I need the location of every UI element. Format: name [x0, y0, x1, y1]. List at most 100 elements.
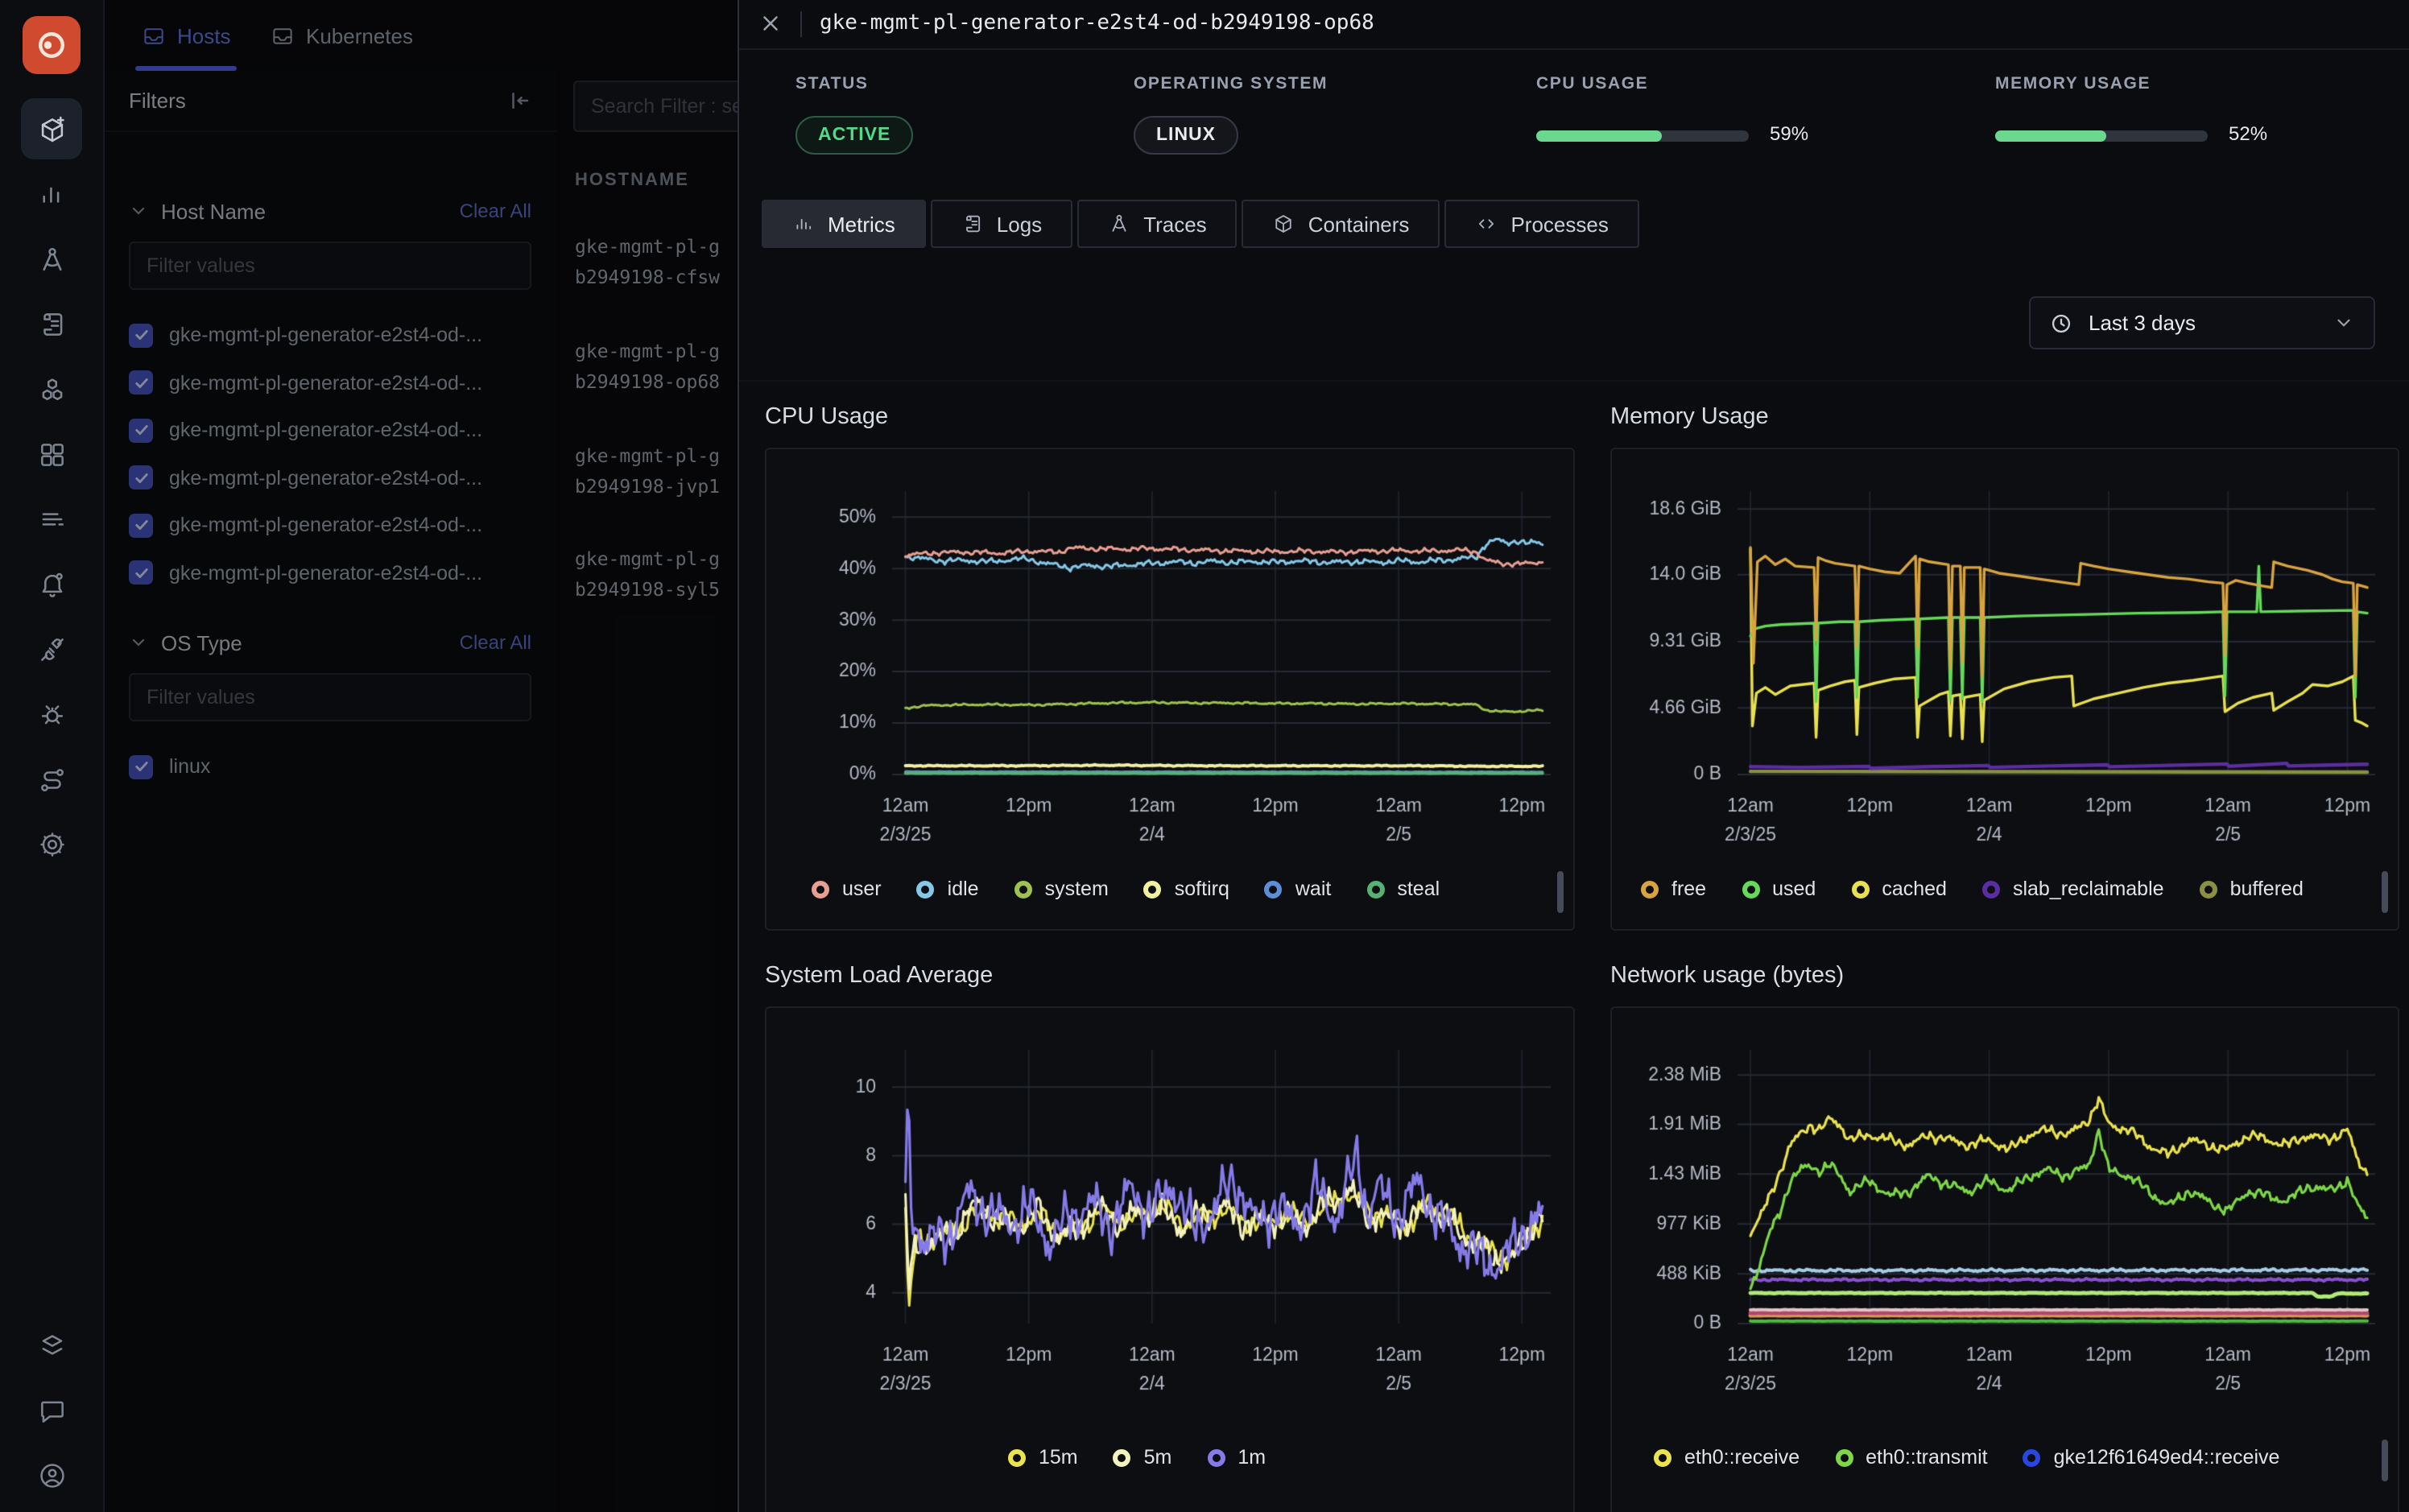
legend-item-slab-reclaimable[interactable]: slab_reclaimable: [1982, 878, 2164, 900]
legend-item-user[interactable]: user: [812, 878, 882, 900]
code-icon: [1475, 213, 1498, 235]
network-usage-bytes--chart[interactable]: [1612, 1008, 2398, 1512]
legend-item-15m[interactable]: 15m: [1008, 1446, 1078, 1469]
legend-label: softirq: [1175, 878, 1229, 900]
gear-icon: [36, 828, 67, 859]
compass-icon: [36, 244, 67, 275]
grid-icon: [36, 439, 67, 469]
rail-item-chat[interactable]: [21, 1380, 82, 1441]
route-icon: [36, 764, 67, 795]
mem-usage-label: MEMORY USAGE: [1995, 74, 2151, 93]
cpu-usage-bar: [1536, 130, 1749, 142]
status-label: STATUS: [795, 74, 869, 93]
time-range-select[interactable]: Last 3 days: [2029, 296, 2375, 349]
rail-item-route[interactable]: [21, 749, 82, 810]
drawer-tab-processes[interactable]: Processes: [1444, 200, 1638, 248]
rail-item-cubes[interactable]: [21, 359, 82, 420]
bell-dot-icon: [36, 569, 67, 600]
memory-usage-chart[interactable]: [1612, 449, 2398, 929]
legend-swatch: [2200, 880, 2217, 898]
rail-item-compass[interactable]: [21, 229, 82, 290]
drawer-tab-label: Processes: [1510, 212, 1608, 236]
legend-label: cached: [1882, 878, 1947, 900]
signoz-logo[interactable]: [23, 16, 81, 74]
legend-swatch: [1654, 1448, 1671, 1466]
cpu-usage-value: 59%: [1770, 122, 1808, 145]
cpu-usage-chart[interactable]: [766, 449, 1573, 929]
legend-item-buffered[interactable]: buffered: [2200, 878, 2304, 900]
legend-label: free: [1671, 878, 1706, 900]
rail-item-scroll[interactable]: [21, 293, 82, 354]
time-range-value: Last 3 days: [2089, 311, 2196, 335]
legend-scrollbar[interactable]: [2382, 871, 2388, 913]
legend-scrollbar[interactable]: [2382, 1440, 2388, 1481]
legend-swatch: [1014, 880, 1032, 898]
drawer-tab-metrics[interactable]: Metrics: [762, 200, 926, 248]
legend-swatch: [1641, 880, 1659, 898]
legend-label: 5m: [1144, 1446, 1172, 1469]
chevron-down-icon: [2333, 312, 2354, 333]
rail-item-package-plus[interactable]: [21, 98, 82, 159]
legend-swatch: [1265, 880, 1283, 898]
legend-swatch: [1366, 880, 1384, 898]
memory-chart-title: Memory Usage: [1610, 404, 1769, 430]
user-icon: [36, 1460, 67, 1490]
scroll-icon: [961, 213, 984, 235]
network-chart-title: Network usage (bytes): [1610, 963, 1844, 989]
mem-usage-bar: [1995, 130, 2208, 142]
legend-item-5m[interactable]: 5m: [1114, 1446, 1172, 1469]
legend-label: eth0::receive: [1684, 1446, 1800, 1469]
list-icon: [36, 503, 67, 534]
rail-item-bell-dot[interactable]: [21, 554, 82, 615]
rail-item-list[interactable]: [21, 488, 82, 549]
drawer-tab-logs[interactable]: Logs: [931, 200, 1072, 248]
legend-item-steal[interactable]: steal: [1366, 878, 1440, 900]
rail-item-bar-chart[interactable]: [21, 163, 82, 224]
legend-item-free[interactable]: free: [1641, 878, 1706, 900]
network-usage-panel: eth0::receive eth0::transmit gke12f61649ed…: [1610, 1006, 2399, 1512]
legend-label: system: [1045, 878, 1109, 900]
legend-label: steal: [1397, 878, 1440, 900]
legend-item-idle[interactable]: idle: [917, 878, 979, 900]
drawer-tab-traces[interactable]: Traces: [1077, 200, 1238, 248]
rail-item-gear[interactable]: [21, 813, 82, 874]
legend-item-eth0-transmit[interactable]: eth0::transmit: [1835, 1446, 1987, 1469]
legend-item-gke12f61649ed4-receive[interactable]: gke12f61649ed4::receive: [2023, 1446, 2280, 1469]
rail-item-plug[interactable]: [21, 618, 82, 680]
legend-label: buffered: [2230, 878, 2304, 900]
rail-item-user[interactable]: [21, 1444, 82, 1506]
rail-item-bug[interactable]: [21, 683, 82, 744]
chart-legend: user idle system softirq wait steal: [812, 878, 1440, 900]
host-title: gke-mgmt-pl-generator-e2st4-od-b2949198-…: [820, 11, 1374, 35]
os-label: OPERATING SYSTEM: [1134, 74, 1328, 93]
drawer-tab-label: Logs: [997, 212, 1042, 236]
drawer-tab-label: Metrics: [828, 212, 895, 236]
system-load-average-chart[interactable]: [766, 1008, 1573, 1512]
legend-item-cached[interactable]: cached: [1851, 878, 1947, 900]
bar-chart-icon: [36, 178, 67, 209]
legend-item-system[interactable]: system: [1014, 878, 1109, 900]
drawer-tab-containers[interactable]: Containers: [1242, 200, 1440, 248]
rail-item-grid[interactable]: [21, 423, 82, 485]
plug-icon: [36, 634, 67, 664]
legend-swatch: [1144, 880, 1162, 898]
header-divider: [800, 11, 802, 37]
rail-item-layers[interactable]: [21, 1316, 82, 1377]
package-plus-icon: [36, 114, 67, 144]
chart-legend: eth0::receive eth0::transmit gke12f61649ed…: [1654, 1446, 2279, 1469]
compass-icon: [1108, 213, 1130, 235]
drawer-tab-label: Containers: [1308, 212, 1410, 236]
legend-item-softirq[interactable]: softirq: [1144, 878, 1229, 900]
legend-item-1m[interactable]: 1m: [1207, 1446, 1266, 1469]
host-detail-drawer: gke-mgmt-pl-generator-e2st4-od-b2949198-…: [738, 0, 2409, 1512]
legend-item-used[interactable]: used: [1742, 878, 1816, 900]
legend-scrollbar[interactable]: [1557, 871, 1564, 913]
drawer-tab-label: Traces: [1143, 212, 1207, 236]
cpu-usage-panel: user idle system softirq wait steal: [765, 448, 1575, 931]
legend-item-wait[interactable]: wait: [1265, 878, 1331, 900]
cubes-icon: [36, 374, 67, 405]
legend-item-eth0-receive[interactable]: eth0::receive: [1654, 1446, 1800, 1469]
legend-swatch: [917, 880, 935, 898]
legend-swatch: [1207, 1448, 1225, 1466]
close-icon[interactable]: [758, 11, 784, 37]
